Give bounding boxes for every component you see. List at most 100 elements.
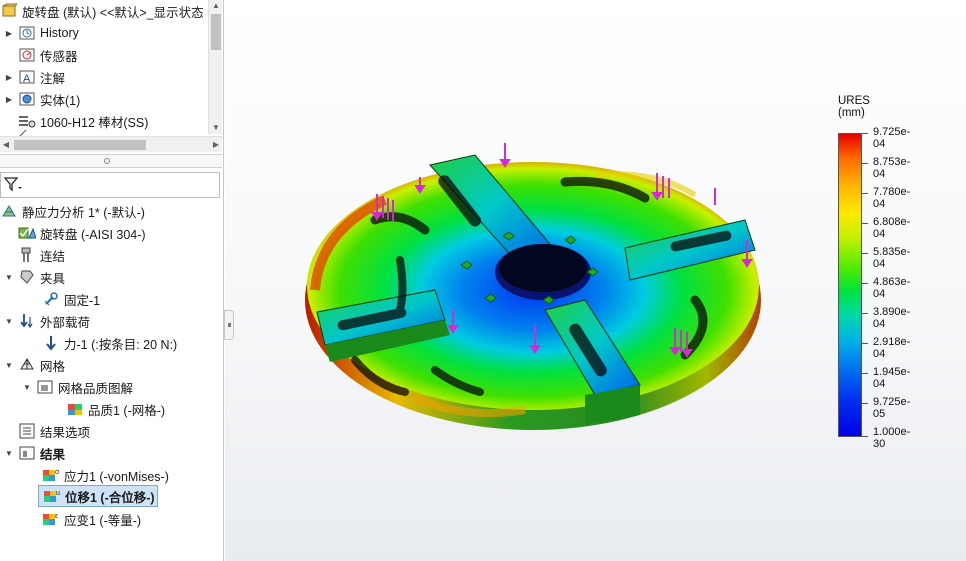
displacement-plot-icon: u bbox=[43, 487, 61, 505]
tree-item-label: History bbox=[40, 26, 79, 40]
solid-body-icon bbox=[18, 90, 36, 108]
strain-plot-icon: ε bbox=[42, 510, 60, 528]
tree-item-strain[interactable]: ε 应变1 (-等量-) bbox=[38, 508, 141, 530]
scroll-thumb[interactable] bbox=[211, 14, 221, 50]
tree-item-label: 连结 bbox=[40, 249, 66, 264]
tree-vertical-scrollbar[interactable]: ▲ ▼ bbox=[208, 0, 222, 134]
external-loads-icon bbox=[18, 312, 36, 330]
collapse-arrow-icon[interactable]: ▼ bbox=[22, 382, 32, 392]
tree-item-external-loads[interactable]: ▼ 外部载荷 bbox=[4, 310, 90, 332]
legend-title: URES (mm) bbox=[838, 95, 870, 119]
legend-label: 4.863e-04 bbox=[873, 276, 911, 300]
tree-item-label: 固定-1 bbox=[64, 293, 101, 308]
filter-bar[interactable] bbox=[0, 172, 220, 198]
quality-plot-icon bbox=[66, 400, 84, 418]
tree-item-label: 结果选项 bbox=[40, 425, 91, 440]
connections-icon bbox=[18, 246, 36, 264]
tree-root-label: 旋转盘 (默认) <<默认>_显示状态 1 bbox=[22, 5, 215, 20]
simulation-study-tree: 静应力分析 1* (-默认-) 旋转盘 (-AISI 304-) 连结 ▼ 夹具 bbox=[0, 200, 222, 561]
tree-item-results[interactable]: ▼ 结果 bbox=[4, 442, 65, 464]
tree-item-stress[interactable]: σ 应力1 (-vonMises-) bbox=[38, 464, 169, 486]
tree-item-label: 注解 bbox=[40, 71, 66, 86]
mesh-quality-plot-icon bbox=[36, 378, 54, 396]
panel-splitter[interactable] bbox=[0, 154, 222, 168]
tree-item-displacement[interactable]: u 位移1 (-合位移-) bbox=[38, 485, 158, 507]
scroll-down-icon[interactable]: ▼ bbox=[209, 122, 223, 134]
collapse-arrow-icon[interactable]: ▼ bbox=[4, 316, 14, 326]
tree-item-part[interactable]: 旋转盘 (-AISI 304-) bbox=[14, 222, 146, 244]
legend-label: 9.725e-05 bbox=[873, 396, 911, 420]
svg-text:u: u bbox=[56, 490, 60, 497]
tree-item-label: 应力1 (-vonMises-) bbox=[64, 469, 169, 484]
result-options-icon bbox=[18, 422, 36, 440]
tree-item-material[interactable]: 1060-H12 棒材(SS) bbox=[14, 110, 148, 132]
feature-manager-panel: 旋转盘 (默认) <<默认>_显示状态 1 ▶ History 传感器 ▶ A … bbox=[0, 0, 224, 561]
legend-label: 9.725e-04 bbox=[873, 126, 911, 150]
tree-item-label: 结果 bbox=[40, 447, 66, 462]
tree-item-label: 旋转盘 (-AISI 304-) bbox=[40, 227, 146, 242]
stress-plot-icon: σ bbox=[42, 466, 60, 484]
static-study-icon bbox=[0, 202, 18, 220]
tree-item-annotations[interactable]: ▶ A 注解 bbox=[4, 66, 65, 88]
expand-arrow-icon[interactable]: ▶ bbox=[4, 94, 14, 104]
tree-item-quality[interactable]: 品质1 (-网格-) bbox=[62, 398, 165, 420]
tree-item-mesh-quality[interactable]: ▼ 网格品质图解 bbox=[22, 376, 133, 398]
tree-item-label: 实体(1) bbox=[40, 93, 81, 108]
legend-label: 8.753e-04 bbox=[873, 156, 911, 180]
filter-icon[interactable] bbox=[3, 176, 24, 198]
part-icon bbox=[0, 2, 18, 20]
mesh-icon bbox=[18, 356, 36, 374]
legend-label: 1.000e-30 bbox=[873, 426, 911, 450]
legend-colorbar bbox=[838, 133, 862, 437]
feature-tree: 旋转盘 (默认) <<默认>_显示状态 1 ▶ History 传感器 ▶ A … bbox=[0, 0, 222, 150]
tree-item-force[interactable]: 力-1 (:按条目: 20 N:) bbox=[38, 332, 177, 354]
panel-collapse-handle[interactable] bbox=[224, 310, 234, 340]
tree-item-solid-bodies[interactable]: ▶ 实体(1) bbox=[4, 88, 80, 110]
collapse-arrow-icon bbox=[228, 323, 231, 327]
svg-text:A: A bbox=[23, 73, 31, 85]
splitter-grip-icon bbox=[104, 158, 110, 164]
tree-item-label: 应变1 (-等量-) bbox=[64, 513, 142, 528]
tree-root-item[interactable]: 旋转盘 (默认) <<默认>_显示状态 1 bbox=[0, 0, 214, 22]
svg-text:σ: σ bbox=[55, 469, 60, 476]
history-icon bbox=[18, 24, 36, 42]
legend-label: 2.918e-04 bbox=[873, 336, 911, 360]
legend-label: 5.835e-04 bbox=[873, 246, 911, 270]
scroll-right-icon[interactable]: ▶ bbox=[210, 137, 222, 153]
tree-item-label: 力-1 (:按条目: 20 N:) bbox=[64, 337, 178, 352]
tree-item-label: 外部载荷 bbox=[40, 315, 91, 330]
expand-arrow-icon[interactable]: ▶ bbox=[4, 28, 14, 38]
tree-item-fixed[interactable]: 固定-1 bbox=[38, 288, 100, 310]
fixed-geometry-icon bbox=[42, 290, 60, 308]
collapse-arrow-icon[interactable]: ▼ bbox=[4, 448, 14, 458]
tree-item-mesh[interactable]: ▼ 网格 bbox=[4, 354, 65, 376]
tree-item-label: 1060-H12 棒材(SS) bbox=[40, 115, 149, 130]
part-check-icon bbox=[18, 224, 36, 242]
svg-text:ε: ε bbox=[55, 513, 58, 520]
sensor-icon bbox=[18, 46, 36, 64]
collapse-arrow-icon[interactable]: ▼ bbox=[4, 360, 14, 370]
scroll-up-icon[interactable]: ▲ bbox=[209, 0, 223, 12]
annotation-icon: A bbox=[18, 68, 36, 86]
tree-item-label: 品质1 (-网格-) bbox=[88, 403, 166, 418]
legend-label: 7.780e-04 bbox=[873, 186, 911, 210]
tree-item-result-options[interactable]: 结果选项 bbox=[14, 420, 90, 442]
results-folder-icon bbox=[18, 444, 36, 462]
tree-item-study[interactable]: 静应力分析 1* (-默认-) bbox=[0, 200, 145, 222]
force-arrow-icon bbox=[42, 334, 60, 352]
tree-item-label: 传感器 bbox=[40, 49, 78, 64]
tree-item-connections[interactable]: 连结 bbox=[14, 244, 65, 266]
tree-item-label: 静应力分析 1* (-默认-) bbox=[22, 205, 145, 220]
collapse-arrow-icon[interactable]: ▼ bbox=[4, 272, 14, 282]
legend-label: 6.808e-04 bbox=[873, 216, 911, 240]
tree-item-label: 网格 bbox=[40, 359, 66, 374]
tree-horizontal-scrollbar[interactable]: ◀ ▶ bbox=[0, 136, 222, 152]
fixtures-icon bbox=[18, 268, 36, 286]
tree-item-fixtures[interactable]: ▼ 夹具 bbox=[4, 266, 65, 288]
scroll-left-icon[interactable]: ◀ bbox=[0, 137, 12, 153]
tree-item-history[interactable]: ▶ History bbox=[4, 22, 79, 44]
tree-item-sensors[interactable]: 传感器 bbox=[4, 44, 78, 66]
tree-item-label: 夹具 bbox=[40, 271, 66, 286]
scroll-thumb[interactable] bbox=[14, 140, 146, 150]
expand-arrow-icon[interactable]: ▶ bbox=[4, 72, 14, 82]
